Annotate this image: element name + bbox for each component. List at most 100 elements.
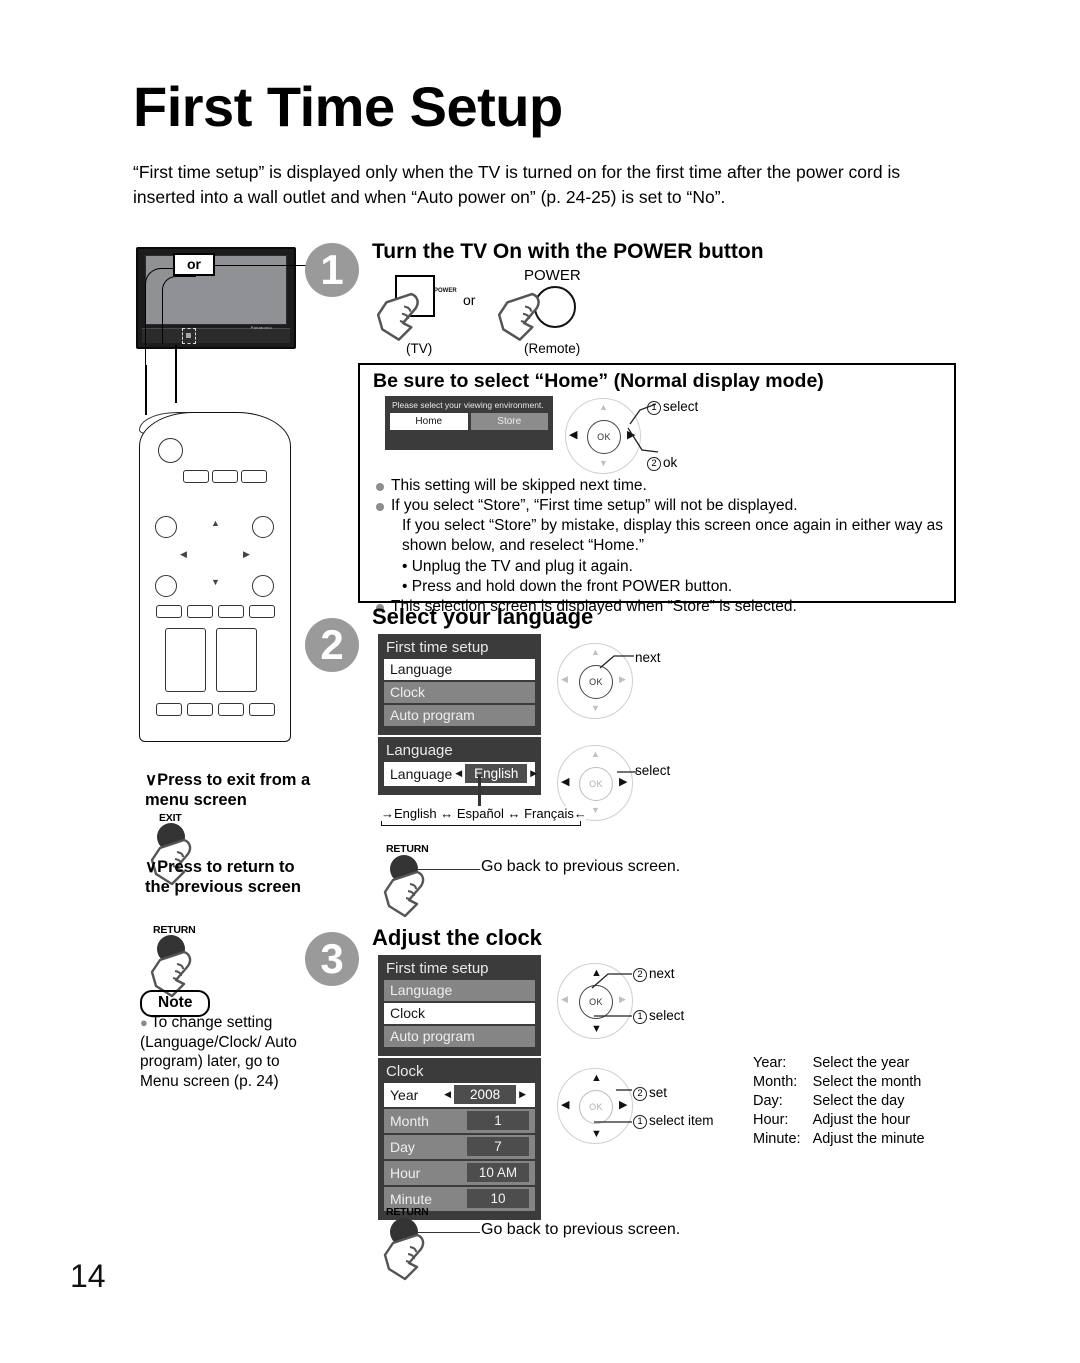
circled-number-2: 2: [633, 1087, 647, 1101]
step2-callout-select: select: [635, 763, 671, 778]
legend-row: Month: Select the month: [753, 1073, 925, 1092]
page-number: 14: [70, 1258, 106, 1294]
remote-power-key: [158, 438, 183, 463]
osd-row-language-value[interactable]: Language ◀ English ▶: [384, 762, 537, 786]
step3-return-text: Go back to previous screen.: [481, 1221, 681, 1238]
dpad-ok-button[interactable]: OK: [579, 767, 613, 801]
remote-left-key-2: [155, 575, 177, 597]
remote-large-key-1: [165, 628, 206, 692]
pointing-hand-icon-return-2: [383, 1233, 425, 1281]
osd-viewing-environment-buttons: Home Store: [390, 413, 548, 430]
osd-row-auto-program[interactable]: Auto program: [384, 1026, 535, 1047]
home-bullet-2: If you select “Store”, “First time setup…: [374, 496, 946, 516]
osd-row-label: Language: [390, 661, 453, 677]
dpad-down-arrow-icon[interactable]: ▼: [591, 704, 600, 713]
step3-callout-select-item: 1 select item: [633, 1113, 714, 1129]
remote-bottom-key-2: [187, 703, 213, 716]
osd-row-month[interactable]: Month 1: [384, 1109, 535, 1133]
home-bullet-1: This setting will be skipped next time.: [374, 476, 946, 496]
osd-row-clock[interactable]: Clock: [384, 682, 535, 703]
dpad-down-arrow-icon[interactable]: ▼: [591, 806, 600, 815]
dpad-down-arrow-icon[interactable]: ▼: [591, 1129, 602, 1140]
osd-row-label: Year: [390, 1086, 419, 1103]
lead-line-down-1: [145, 365, 147, 415]
legend-key: Hour:: [753, 1111, 789, 1128]
step2-return-key-label: RETURN: [386, 843, 429, 855]
tv-brand-label: Panasonic: [250, 325, 272, 330]
remote-right-key-1: [252, 516, 274, 538]
note-bullet-icon: ●: [140, 1015, 148, 1030]
dpad-left-arrow-icon[interactable]: ◀: [561, 1100, 569, 1111]
osd-row-label: Language: [390, 765, 453, 782]
home-callout-select-text: select: [663, 399, 699, 414]
dpad-ok-button[interactable]: OK: [587, 420, 621, 454]
step-3-heading: Adjust the clock: [372, 925, 542, 950]
note-body: ● To change setting (Language/Clock/ Auto…: [140, 1013, 312, 1091]
osd-row-label: Clock: [390, 684, 426, 700]
osd-row-hour[interactable]: Hour 10 AM: [384, 1161, 535, 1185]
osd-row-language[interactable]: Language: [384, 980, 535, 1001]
step3-callout-select-text: select: [649, 1008, 685, 1023]
osd-viewing-environment: Please select your viewing environment. …: [385, 396, 553, 450]
pointing-hand-icon-return-1: [383, 870, 425, 918]
osd-first-time-setup-step3: First time setup Language Clock Auto pro…: [378, 955, 541, 1056]
osd-row-language[interactable]: Language: [384, 659, 535, 680]
lead-line-down-2: [175, 345, 177, 403]
osd-row-year[interactable]: Year ◀ 2008 ▶: [384, 1083, 535, 1107]
osd-store-button[interactable]: Store: [470, 413, 548, 430]
osd-row-value: 10 AM: [467, 1163, 529, 1182]
circled-number-1: 1: [647, 401, 661, 415]
osd-row-value: English: [465, 764, 528, 783]
dpad-left-arrow-icon[interactable]: ◀: [561, 777, 569, 788]
right-arrow-icon[interactable]: ▶: [516, 1089, 529, 1100]
osd-title: First time setup: [386, 639, 489, 656]
lead-line-curve-2: [162, 276, 196, 344]
osd-row-label: Hour: [390, 1164, 421, 1181]
osd-home-button[interactable]: Home: [390, 413, 468, 430]
home-box-bullets: This setting will be skipped next time. …: [374, 476, 946, 617]
osd-row-label: Month: [390, 1112, 429, 1129]
exit-instruction-text: Press to exit from a menu screen: [145, 771, 311, 810]
osd-row-clock[interactable]: Clock: [384, 1003, 535, 1024]
remote-mid-key-3: [218, 605, 244, 618]
osd-title: First time setup: [386, 960, 489, 977]
dpad-left-arrow-icon[interactable]: ◀: [561, 675, 568, 684]
step-1-number: 1: [305, 243, 359, 297]
dpad-down-arrow-icon[interactable]: ▼: [599, 459, 608, 468]
remote-large-key-2: [216, 628, 257, 692]
osd-viewing-environment-title: Please select your viewing environment.: [392, 400, 544, 410]
language-cycle-stem: [478, 775, 481, 808]
circled-number-2: 2: [647, 457, 661, 471]
return-instruction-text: Press to return to the previous screen: [145, 858, 301, 897]
dpad-right-arrow-icon[interactable]: ▶: [619, 777, 627, 788]
legend-row: Year: Select the year: [753, 1054, 925, 1073]
osd-row-label: Clock: [390, 1005, 426, 1021]
return-key-label: RETURN: [153, 924, 196, 936]
osd-row-day[interactable]: Day 7: [384, 1135, 535, 1159]
dpad-up-arrow-icon[interactable]: ▲: [591, 750, 600, 759]
remote-caption: (Remote): [524, 341, 581, 356]
dpad-left-arrow-icon[interactable]: ◀: [561, 995, 568, 1004]
remote-right-key-2: [252, 575, 274, 597]
home-bullet-2-cont: If you select “Store” by mistake, displa…: [402, 517, 944, 555]
dpad-down-arrow-icon[interactable]: ▼: [591, 1024, 602, 1035]
legend-row: Minute: Adjust the minute: [753, 1130, 925, 1149]
step-2-number: 2: [305, 618, 359, 672]
remote-power-label: POWER: [524, 267, 581, 284]
step2-callout-next: next: [635, 650, 661, 665]
osd-row-label: Minute: [390, 1190, 433, 1207]
left-arrow-icon[interactable]: ◀: [452, 768, 465, 779]
dpad-right-arrow-icon[interactable]: ▶: [619, 675, 626, 684]
note-text: To change setting (Language/Clock/ Auto …: [140, 1014, 297, 1090]
osd-title: Language: [386, 742, 453, 759]
remote-mid-key-1: [156, 605, 182, 618]
right-arrow-icon[interactable]: ▶: [527, 768, 540, 779]
callout-lines-step3-bottom: [594, 1089, 632, 1123]
remote-mid-key-4: [249, 605, 275, 618]
dpad-left-arrow-icon[interactable]: ◀: [569, 430, 577, 441]
left-arrow-icon[interactable]: ◀: [441, 1089, 454, 1100]
dpad-up-arrow-icon[interactable]: ▲: [599, 403, 608, 412]
step2-return-text: Go back to previous screen.: [481, 858, 681, 875]
osd-row-auto-program[interactable]: Auto program: [384, 705, 535, 726]
osd-language-screen: Language Language ◀ English ▶: [378, 737, 541, 795]
